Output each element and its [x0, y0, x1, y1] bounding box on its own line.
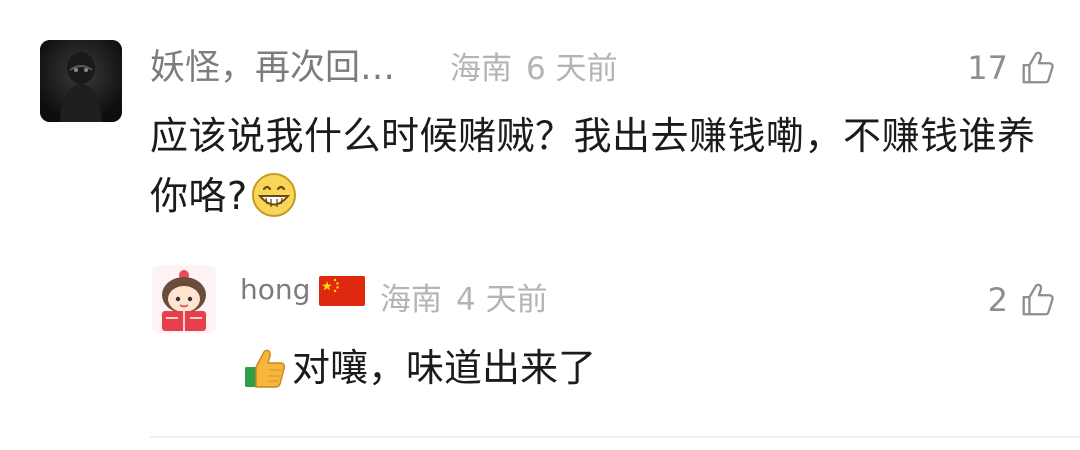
thumbs-up-icon	[1022, 283, 1054, 316]
reply-text-content: 对嚷，味道出来了	[292, 346, 597, 390]
thumbs-up-icon	[1022, 51, 1054, 84]
grinning-face-emoji	[251, 173, 296, 217]
comment-author[interactable]: 妖怪，再次回…	[150, 44, 395, 92]
divider	[150, 436, 1080, 438]
reply-author-row[interactable]: hong	[240, 270, 366, 310]
china-flag-icon	[319, 276, 366, 306]
avatar[interactable]	[152, 265, 216, 333]
reply-meta: 海南 4 天前	[380, 279, 548, 321]
comment-text: 应该说我什么时候赌贼？我出去赚钱嘞，不赚钱谁养你咯?	[150, 106, 1050, 226]
comment-time: 6 天前	[526, 51, 618, 87]
comment-location: 海南	[450, 51, 512, 87]
thumbs-up-emoji	[245, 349, 286, 388]
like-count: 17	[967, 49, 1008, 87]
avatar[interactable]	[40, 40, 122, 122]
reply-time: 4 天前	[456, 282, 548, 318]
like-count: 2	[987, 281, 1008, 319]
comment-thread: 妖怪，再次回… 海南 6 天前 17 应该说我什么时候赌贼？我出去赚钱嘞，不赚钱谁…	[0, 0, 1080, 450]
reply-location: 海南	[380, 282, 442, 318]
like-button[interactable]: 2	[988, 278, 1056, 322]
reply-text: 对嚷，味道出来了	[242, 342, 596, 394]
reply-author[interactable]: hong	[240, 270, 310, 310]
comment-meta: 海南 6 天前	[450, 48, 618, 90]
like-button[interactable]: 17	[967, 46, 1056, 90]
